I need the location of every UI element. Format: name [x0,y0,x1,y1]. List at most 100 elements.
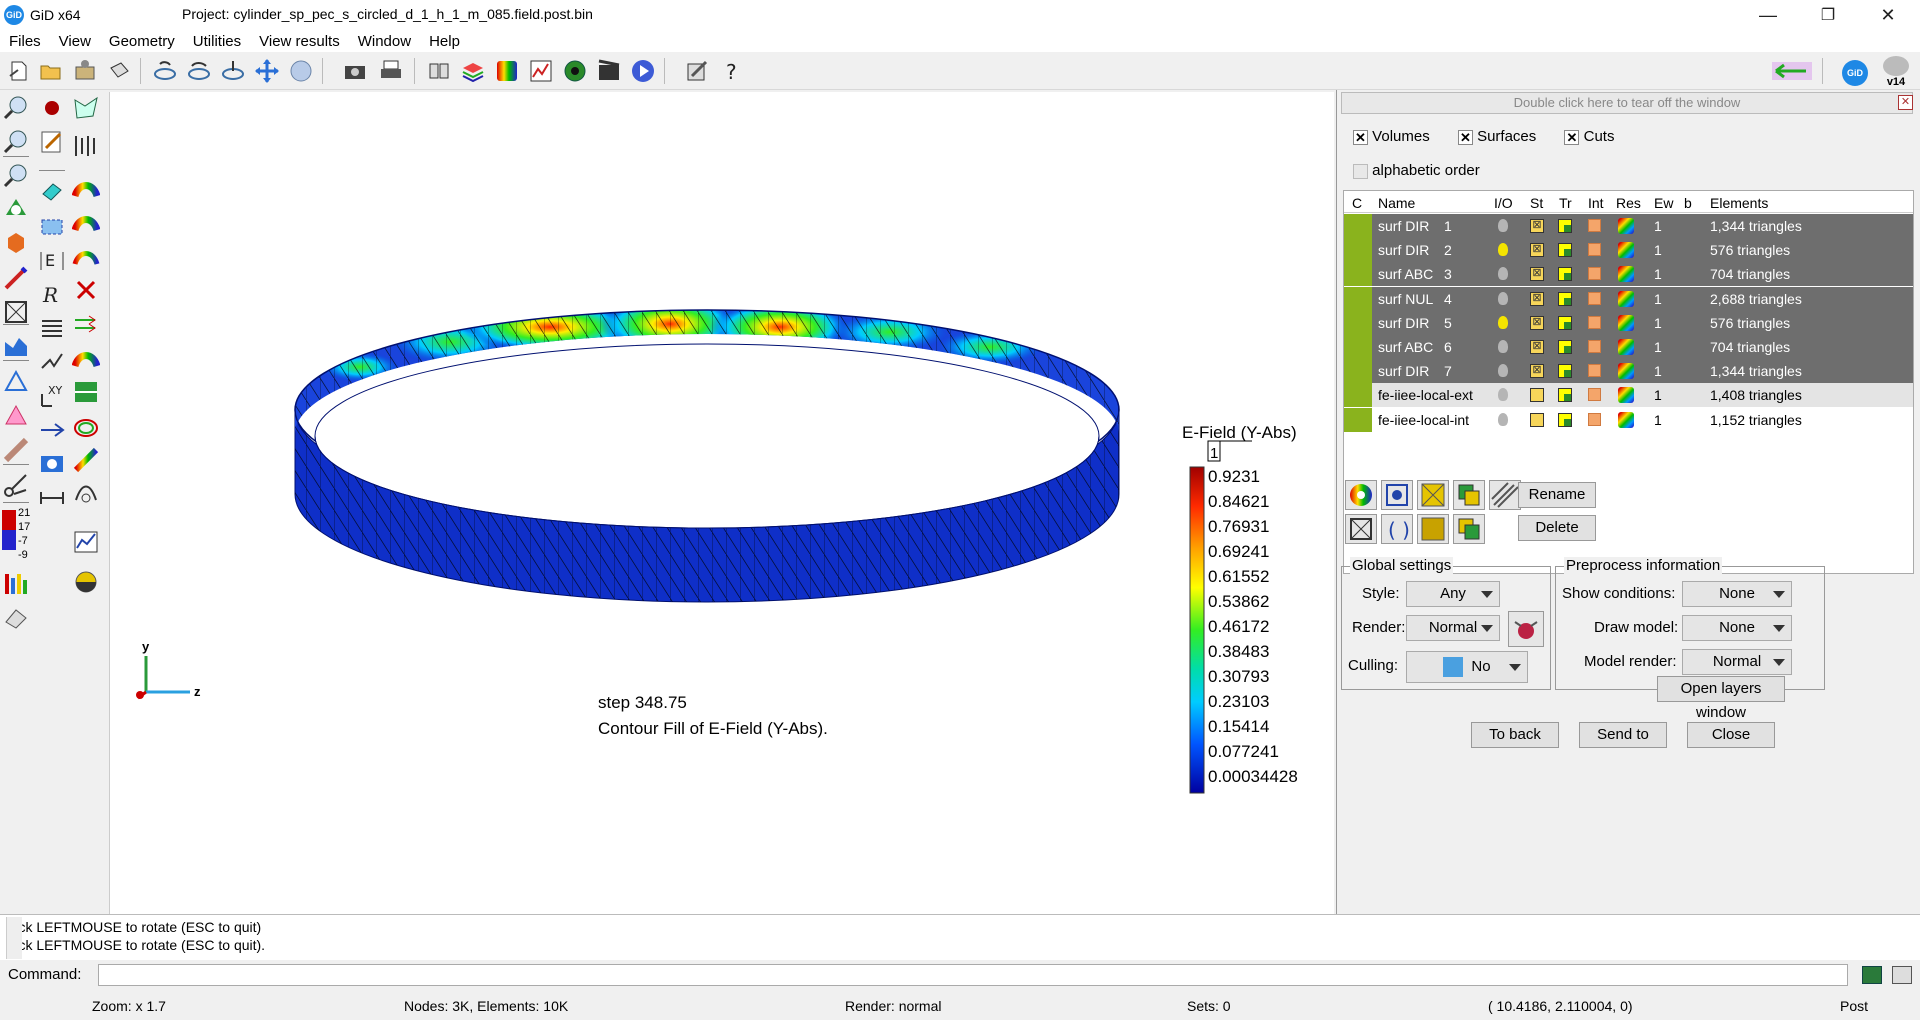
book-icon[interactable] [426,58,452,84]
result-contour-icon[interactable] [1618,290,1634,307]
result-icon[interactable]: R [38,280,66,308]
distance-icon[interactable] [38,348,66,376]
toggle-icon[interactable] [72,568,100,596]
save-icon[interactable] [72,58,98,84]
filter-surfaces[interactable]: ✕ Surfaces [1457,128,1536,145]
iso-surface-icon[interactable] [72,344,100,372]
table-row[interactable]: surf DIR 5 ⊠ 1 576 triangles [1344,310,1913,335]
graph-tool-icon[interactable] [72,528,100,556]
board-icon[interactable] [1862,966,1882,984]
interior-color-icon[interactable] [1588,219,1601,232]
mesh-view-icon[interactable] [562,58,588,84]
contour-fill-icon[interactable] [72,174,100,202]
keyboard-icon[interactable] [1892,966,1912,984]
result-contour-icon[interactable] [1618,242,1634,259]
state-icon[interactable]: ⊠ [1530,291,1544,306]
line-diagram-icon[interactable] [72,378,100,406]
result-contour-icon[interactable] [1618,339,1634,355]
new-file-icon[interactable] [6,58,32,84]
surface-icon[interactable] [2,332,30,360]
col-st[interactable]: St [1530,195,1543,211]
table-row[interactable]: surf DIR 2 ⊠ 1 576 triangles [1344,238,1913,263]
min-max-icon[interactable] [72,276,100,304]
parenthesis-button[interactable]: ( ) [1381,514,1413,544]
menu-help[interactable]: Help [420,33,469,50]
rotate-center-icon[interactable] [186,58,212,84]
pencil-icon[interactable] [2,264,30,292]
style-select[interactable]: Any [1406,581,1500,607]
interior-color-icon[interactable] [1588,364,1601,378]
delete-button[interactable]: Delete [1518,515,1596,541]
show-conditions-select[interactable]: None [1682,581,1792,607]
point-icon[interactable] [38,94,66,122]
close-window-button[interactable]: ✕ [1860,0,1916,30]
table-row[interactable]: surf ABC 3 ⊠ 1 704 triangles [1344,262,1913,287]
model-render-select[interactable]: Normal [1682,649,1792,675]
restore-button[interactable]: ❐ [1800,0,1856,30]
table-row[interactable]: surf DIR 1 ⊠ 1 1,344 triangles [1344,214,1913,238]
cuts-checkbox[interactable]: ✕ [1564,129,1580,145]
display-vectors-icon[interactable] [72,310,100,338]
interior-color-icon[interactable] [1588,412,1601,426]
bars-icon[interactable] [2,570,30,598]
transparency-icon[interactable] [1558,315,1572,330]
back-arrow-icon[interactable] [1770,58,1814,84]
col-c[interactable]: C [1352,195,1362,211]
zoom-in-icon[interactable] [2,94,30,122]
result-contour-icon[interactable] [1618,411,1634,428]
help-icon[interactable]: ? [718,58,744,84]
focus-button[interactable] [1381,480,1413,510]
filter-volumes[interactable]: ✕ Volumes [1353,128,1430,145]
graph-icon[interactable] [528,58,554,84]
open-folder-icon[interactable] [38,58,64,84]
interior-color-icon[interactable] [1588,267,1601,281]
layer-color-swatch[interactable] [1344,262,1372,287]
menu-view[interactable]: View [50,33,100,50]
zoom-frame-icon[interactable] [2,162,30,190]
filter-cuts[interactable]: ✕ Cuts [1564,128,1614,145]
send-layer-button[interactable] [1453,480,1485,510]
edit-icon[interactable] [38,128,66,156]
rotate-axis-icon[interactable] [220,58,246,84]
visibility-bulb-icon[interactable] [1498,219,1508,232]
visibility-bulb-icon[interactable] [1498,388,1508,402]
transparency-icon[interactable] [1558,267,1572,282]
transparency-icon[interactable] [1558,291,1572,306]
render-select[interactable]: Normal [1406,615,1500,641]
menu-window[interactable]: Window [349,33,420,50]
interior-color-icon[interactable] [1588,291,1601,305]
result-contour-icon[interactable] [1618,314,1634,331]
culling-select[interactable]: No [1406,651,1528,683]
col-io[interactable]: I/O [1494,195,1513,211]
bring-layer-button[interactable] [1453,514,1485,544]
mesh-box-icon[interactable] [2,298,30,326]
stream-lines-icon[interactable] [72,412,100,440]
state-icon[interactable]: ⊠ [1530,315,1544,330]
contour-icon[interactable] [494,58,520,84]
pan-icon[interactable] [254,58,280,84]
interior-color-icon[interactable] [1588,388,1601,402]
vectors-icon[interactable] [38,416,66,444]
result-contour-icon[interactable] [1618,387,1634,404]
print-icon[interactable] [378,58,404,84]
hatch-button[interactable] [1489,480,1521,510]
console-scrollbar[interactable] [6,917,22,959]
close-button[interactable]: Close [1687,722,1775,748]
element-label-icon[interactable]: E [38,246,66,274]
state-icon[interactable]: ⊠ [1530,243,1544,258]
send-to-button[interactable]: Send to [1579,722,1667,748]
layer-color-swatch[interactable] [1344,359,1372,384]
visibility-bulb-icon[interactable] [1498,267,1508,281]
cylinder-ring-render[interactable]: E-Field (Y-Abs) 1 0.9231 0.84621 0.76931 0.… [110,92,1334,914]
state-icon[interactable]: ⊠ [1530,219,1544,233]
state-icon[interactable] [1530,412,1544,427]
panel-close-icon[interactable]: ✕ [1898,95,1913,110]
sphere-icon[interactable] [288,58,314,84]
eraser-tool-icon[interactable] [38,178,66,206]
menu-files[interactable]: Files [0,33,50,50]
visibility-bulb-icon[interactable] [1498,364,1508,378]
visibility-bulb-icon[interactable] [1498,412,1508,426]
col-b[interactable]: b [1684,195,1692,211]
deform-mesh-icon[interactable] [72,446,100,474]
menu-view-results[interactable]: View results [250,33,349,50]
